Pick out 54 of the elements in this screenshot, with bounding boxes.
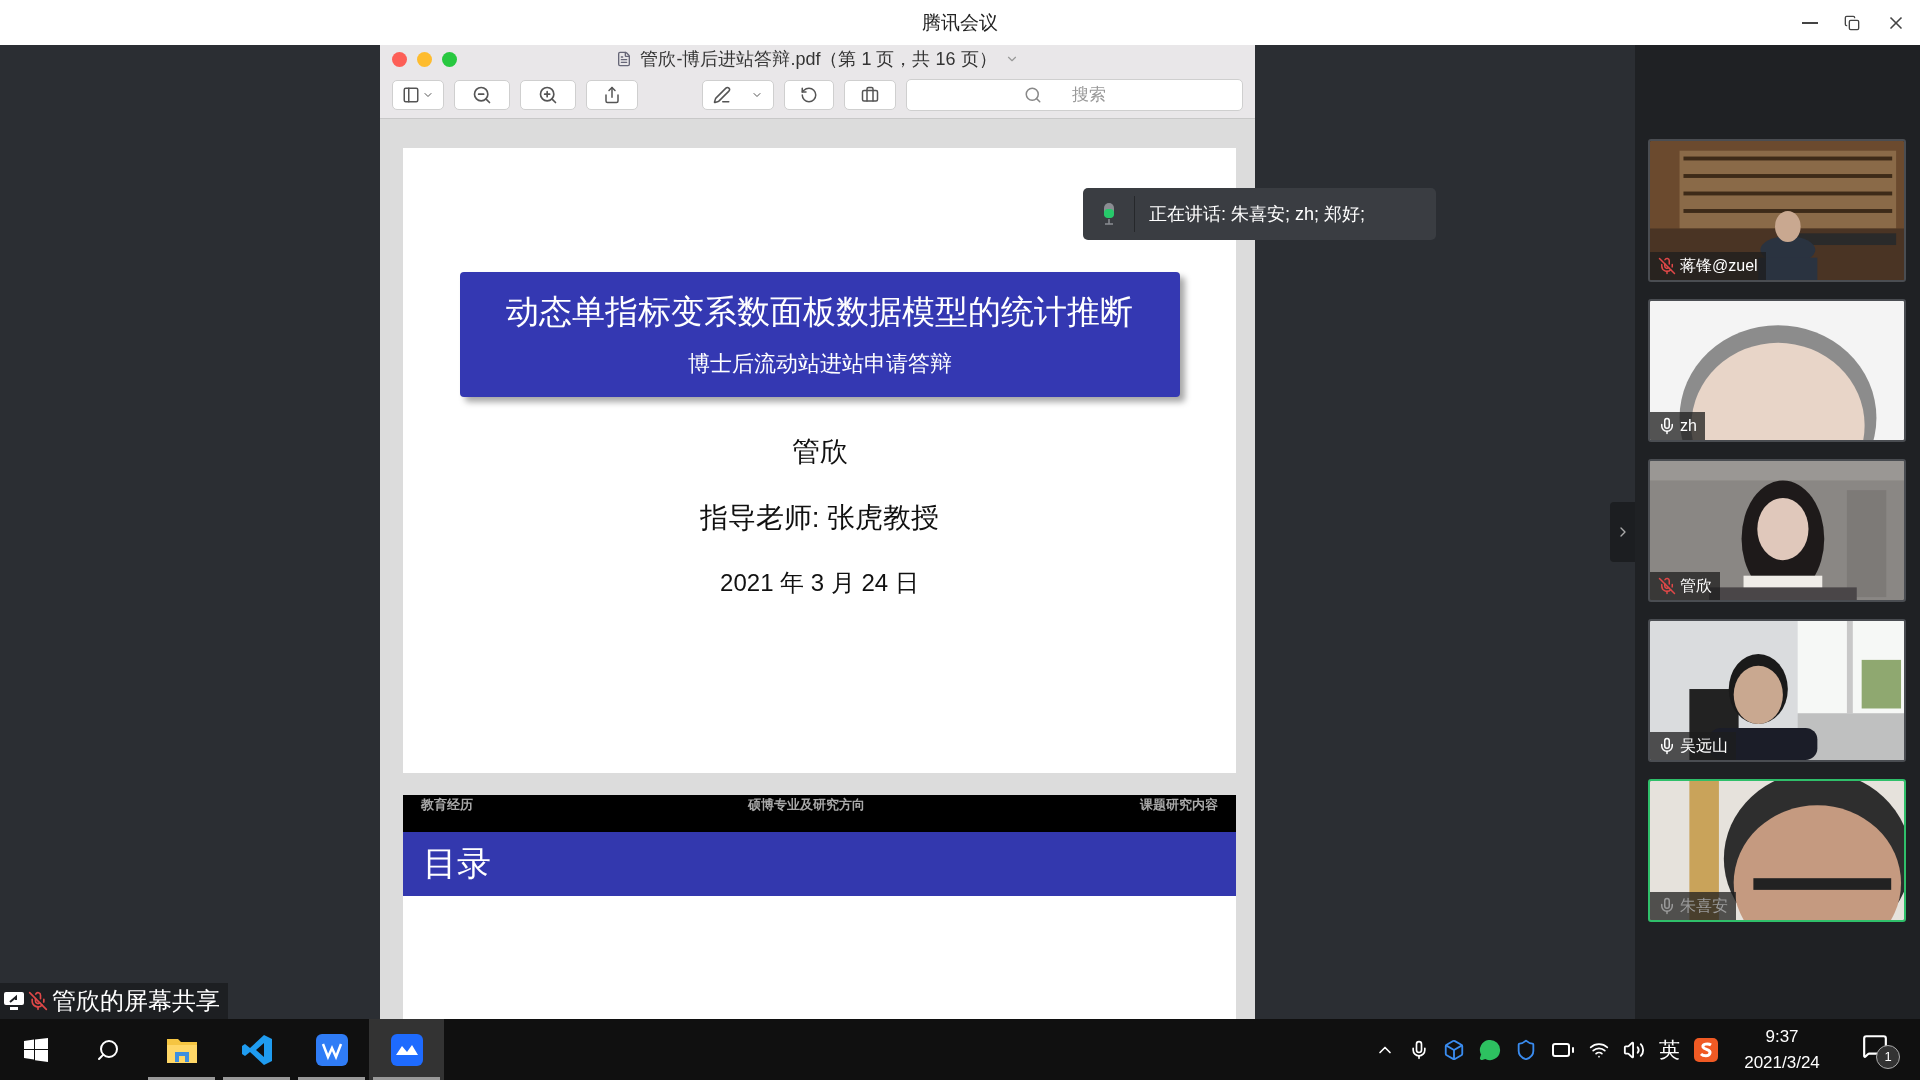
share-icon [603, 86, 621, 104]
participant-name: 吴远山 [1680, 735, 1728, 756]
toolbox-icon [861, 86, 879, 104]
advisor-text: 指导老师: 张虎教授 [699, 501, 940, 535]
participant-name: 朱喜安 [1680, 895, 1728, 916]
shield-icon[interactable] [1515, 1038, 1537, 1061]
document-title: 管欣-博后进站答辩.pdf（第 1 页，共 16 页） [640, 47, 997, 71]
sidebar-icon [402, 86, 420, 104]
date-text: 2021 年 3 月 24 日 [720, 568, 919, 598]
clock-time: 9:37 [1765, 1025, 1799, 1048]
clock[interactable]: 9:37 2021/3/24 [1732, 1023, 1832, 1076]
cube-icon[interactable] [1443, 1038, 1465, 1061]
share-button[interactable] [586, 80, 638, 110]
rotate-button[interactable] [784, 80, 834, 110]
speaking-text: 正在讲话: 朱喜安; zh; 郑好; [1148, 203, 1366, 226]
restore-icon [1844, 14, 1860, 31]
section-heading: 目录 [423, 843, 491, 884]
code-editor-icon [240, 1033, 273, 1066]
slide-title: 动态单指标变系数面板数据模型的统计推断 [506, 292, 1133, 332]
participant-name: 蒋锋@zuel [1680, 255, 1758, 276]
screen-share-icon [4, 992, 24, 1010]
screen-share-text: 管欣的屏幕共享 [52, 986, 220, 1016]
meeting-app-icon [390, 1033, 423, 1066]
participant-name: 管欣 [1680, 575, 1712, 596]
sidebar-button[interactable] [392, 80, 444, 110]
clock-date: 2021/3/24 [1744, 1051, 1820, 1074]
writer-app-icon [315, 1033, 348, 1066]
notification-button[interactable]: 1 [1860, 1030, 1900, 1069]
muted-mic-icon [28, 991, 48, 1011]
zoom-in-button[interactable] [520, 80, 576, 110]
zoom-out-icon [472, 85, 492, 105]
chat-icon[interactable] [1479, 1038, 1501, 1061]
taskbar-app[interactable] [369, 1019, 444, 1080]
minimize-icon [1802, 21, 1818, 24]
input-method-icon[interactable] [1694, 1037, 1718, 1062]
search-icon [1024, 86, 1042, 104]
zoom-in-icon [538, 85, 558, 105]
windows-icon [24, 1037, 48, 1062]
participant-name: zh [1680, 417, 1697, 435]
microphone-icon[interactable] [1409, 1039, 1429, 1060]
slide-subtitle: 博士后流动站进站申请答辩 [687, 350, 952, 378]
input-language[interactable]: 英 [1659, 1035, 1680, 1064]
rotate-icon [800, 86, 818, 104]
notification-count: 1 [1876, 1044, 1900, 1069]
document-icon [616, 50, 633, 67]
search-field[interactable]: 搜索 [906, 79, 1243, 111]
markup-button[interactable] [702, 80, 774, 110]
toolbox-button[interactable] [844, 80, 896, 110]
search-icon [96, 1037, 120, 1062]
window-title: 腾讯会议 [922, 10, 998, 35]
pen-icon [713, 86, 731, 104]
author-name: 管欣 [791, 435, 848, 469]
mic-icon [1101, 203, 1116, 225]
zoom-out-button[interactable] [454, 80, 510, 110]
